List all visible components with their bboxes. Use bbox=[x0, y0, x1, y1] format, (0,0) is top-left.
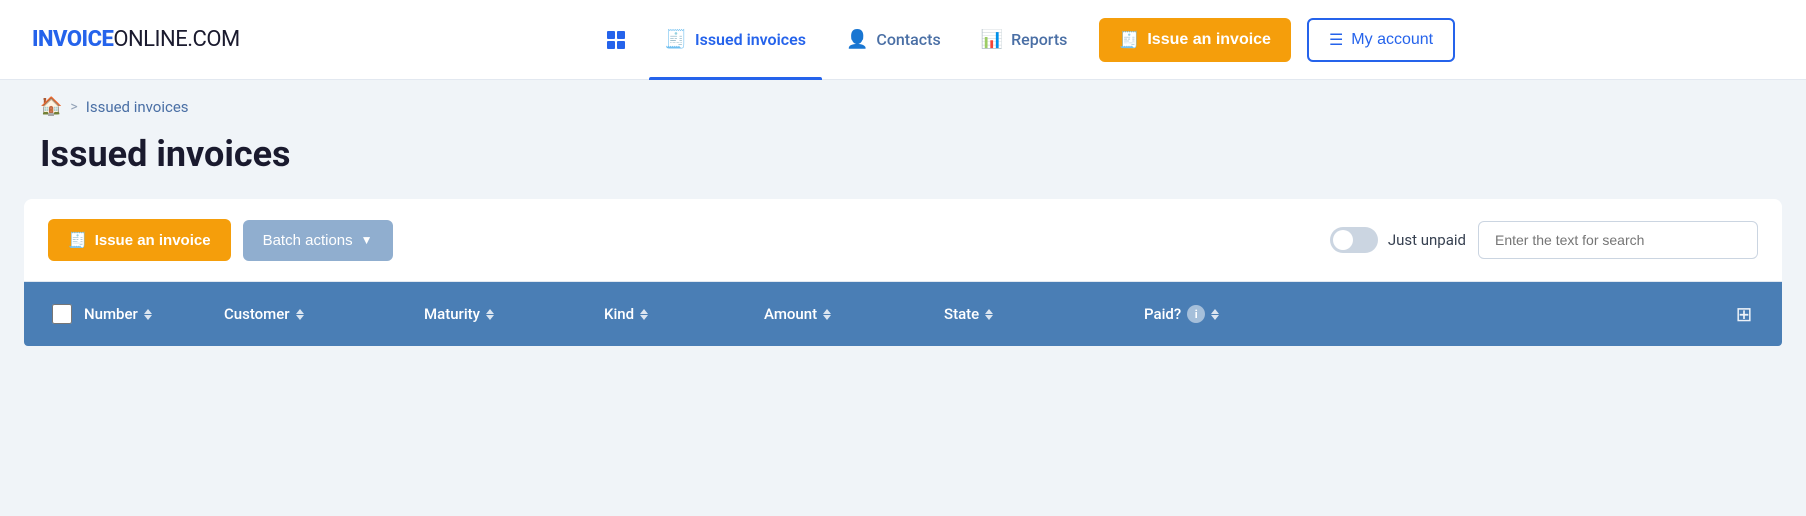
th-maturity-label: Maturity bbox=[424, 305, 480, 323]
breadcrumb: 🏠 > Issued invoices bbox=[0, 80, 1806, 125]
page-title-section: Issued invoices bbox=[0, 125, 1806, 199]
batch-actions-chevron-icon: ▼ bbox=[361, 233, 373, 247]
grid-icon bbox=[607, 31, 625, 49]
th-number-sort-icon bbox=[144, 309, 152, 320]
hamburger-icon: ☰ bbox=[1329, 30, 1343, 50]
unpaid-toggle-label: Just unpaid bbox=[1388, 231, 1466, 249]
nav-issue-invoice-button[interactable]: 🧾 Issue an invoice bbox=[1099, 18, 1291, 62]
issue-invoice-btn-label: Issue an invoice bbox=[95, 232, 211, 249]
nav-issue-invoice-icon: 🧾 bbox=[1119, 30, 1139, 50]
th-customer-sort-icon bbox=[296, 309, 304, 320]
issue-invoice-button[interactable]: 🧾 Issue an invoice bbox=[48, 219, 231, 261]
th-amount-sort-icon bbox=[823, 309, 831, 320]
th-number-label: Number bbox=[84, 305, 138, 323]
logo: INVOICEONLINE.COM bbox=[32, 27, 240, 52]
nav-item-issued-invoices[interactable]: 🧾 Issued invoices bbox=[649, 21, 822, 58]
nav-item-reports[interactable]: 📊 Reports bbox=[965, 21, 1084, 58]
th-paid-sort-icon bbox=[1211, 309, 1219, 320]
th-customer[interactable]: Customer bbox=[224, 305, 424, 323]
main-nav: 🧾 Issued invoices 👤 Contacts 📊 Reports 🧾… bbox=[272, 18, 1774, 62]
batch-actions-button[interactable]: Batch actions ▼ bbox=[243, 220, 393, 261]
logo-part1: INVOICE bbox=[32, 27, 113, 52]
th-number[interactable]: Number bbox=[84, 305, 224, 323]
toolbar: 🧾 Issue an invoice Batch actions ▼ Just … bbox=[24, 199, 1782, 282]
contacts-icon: 👤 bbox=[846, 29, 868, 50]
select-all-checkbox[interactable] bbox=[52, 304, 72, 324]
issued-invoices-icon: 🧾 bbox=[665, 29, 687, 50]
nav-item-contacts[interactable]: 👤 Contacts bbox=[830, 21, 957, 58]
breadcrumb-current-page: Issued invoices bbox=[86, 98, 189, 116]
batch-actions-btn-label: Batch actions bbox=[263, 232, 353, 249]
nav-issued-invoices-label: Issued invoices bbox=[695, 30, 806, 49]
nav-item-dashboard[interactable] bbox=[591, 23, 641, 57]
nav-issue-invoice-label: Issue an invoice bbox=[1147, 31, 1271, 49]
page-title: Issued invoices bbox=[40, 133, 1766, 175]
th-kind[interactable]: Kind bbox=[604, 305, 764, 323]
nav-my-account-button[interactable]: ☰ My account bbox=[1307, 18, 1455, 62]
paid-info-icon[interactable]: i bbox=[1187, 305, 1205, 323]
logo-part2: ONLINE.COM bbox=[113, 27, 239, 52]
breadcrumb-home-icon[interactable]: 🏠 bbox=[40, 96, 62, 117]
table-header: Number Customer Maturity Kind Amount bbox=[24, 282, 1782, 346]
th-paid-label: Paid? bbox=[1144, 305, 1181, 323]
issue-invoice-btn-icon: 🧾 bbox=[68, 231, 87, 249]
reports-icon: 📊 bbox=[981, 29, 1003, 50]
search-input[interactable] bbox=[1478, 221, 1758, 259]
th-maturity-sort-icon bbox=[486, 309, 494, 320]
th-kind-label: Kind bbox=[604, 305, 634, 323]
nav-contacts-label: Contacts bbox=[876, 30, 940, 49]
th-select-all[interactable] bbox=[40, 304, 84, 324]
th-state-sort-icon bbox=[985, 309, 993, 320]
breadcrumb-separator: > bbox=[70, 99, 77, 115]
th-maturity[interactable]: Maturity bbox=[424, 305, 604, 323]
th-state-label: State bbox=[944, 305, 979, 323]
th-amount[interactable]: Amount bbox=[764, 305, 944, 323]
columns-icon: ⊞ bbox=[1736, 302, 1753, 326]
th-columns-toggle[interactable]: ⊞ bbox=[1722, 302, 1766, 326]
nav-my-account-label: My account bbox=[1351, 31, 1433, 49]
th-paid[interactable]: Paid? i bbox=[1144, 305, 1722, 323]
th-kind-sort-icon bbox=[640, 309, 648, 320]
th-state[interactable]: State bbox=[944, 305, 1144, 323]
header: INVOICEONLINE.COM 🧾 Issued invoices 👤 Co… bbox=[0, 0, 1806, 80]
unpaid-toggle[interactable] bbox=[1330, 227, 1378, 253]
nav-reports-label: Reports bbox=[1011, 30, 1067, 49]
th-customer-label: Customer bbox=[224, 305, 290, 323]
unpaid-toggle-container: Just unpaid bbox=[1330, 227, 1466, 253]
th-amount-label: Amount bbox=[764, 305, 817, 323]
